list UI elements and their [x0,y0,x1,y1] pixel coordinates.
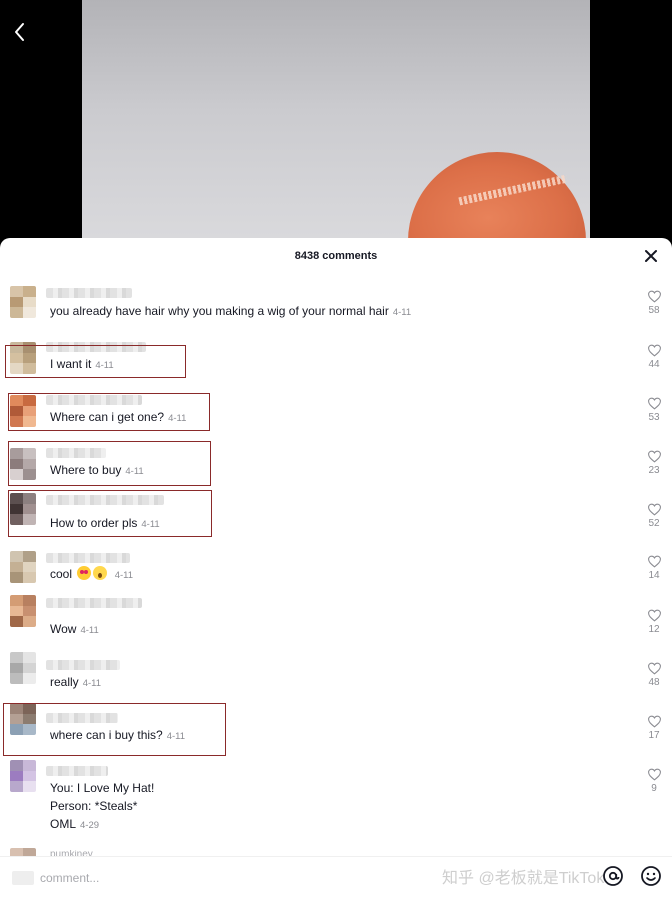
comment-text: you already have hair why you making a w… [50,304,412,318]
comment-text: Wow 4-11 [50,622,99,636]
heart-outline-icon [647,768,661,781]
comment-text: really 4-11 [50,675,101,689]
highlight-box [8,490,212,537]
like-count: 53 [648,412,660,423]
comment-input[interactable] [40,868,400,888]
comment-date: 4-29 [80,820,100,831]
like-button[interactable]: 12 [643,609,665,635]
like-button[interactable]: 9 [643,768,665,794]
comment-item[interactable]: You: I Love My Hat! Person: *Steals* OML… [0,760,672,842]
like-count: 58 [648,305,660,316]
comment-text: You: I Love My Hat! Person: *Steals* OML… [50,781,155,831]
comment-item[interactable]: Wow 4-11 12 [0,595,672,645]
highlight-box [8,393,210,431]
watermark: 知乎 @老板就是TikTok [442,870,605,887]
like-count: 44 [648,359,660,370]
username[interactable] [46,598,142,608]
user-avatar [12,871,34,885]
comments-header: 8438 comments [0,238,672,274]
highlight-box [3,703,226,756]
like-count: 17 [648,730,660,741]
like-count: 52 [648,518,660,529]
comment-date: 4-11 [114,570,134,581]
comment-item[interactable]: really 4-11 48 [0,652,672,698]
like-button[interactable]: 23 [643,450,665,476]
like-button[interactable]: 53 [643,397,665,423]
close-icon [645,250,657,262]
like-button[interactable]: 52 [643,503,665,529]
avatar[interactable] [10,286,36,318]
like-count: 14 [648,570,660,581]
comment-footer: 知乎 @老板就是TikTok [0,856,672,898]
heart-outline-icon [647,609,661,622]
comment-date: 4-11 [392,307,412,318]
heart-outline-icon [647,662,661,675]
emoji-button[interactable] [640,865,662,889]
username[interactable] [46,288,132,298]
avatar[interactable] [10,760,36,792]
comment-count: 8438 comments [294,250,378,262]
like-button[interactable]: 44 [643,344,665,370]
like-button[interactable]: 17 [643,715,665,741]
heart-outline-icon [647,555,661,568]
heart-outline-icon [647,503,661,516]
close-button[interactable] [642,247,660,265]
username[interactable] [46,553,130,563]
back-button[interactable] [8,18,32,46]
username[interactable] [46,660,120,670]
like-count: 9 [651,783,657,794]
heart-outline-icon [647,290,661,303]
comment-item[interactable]: you already have hair why you making a w… [0,284,672,326]
like-count: 23 [648,465,660,476]
highlight-box [5,345,186,378]
heart-outline-icon [647,715,661,728]
highlight-box [8,441,211,486]
comment-date: 4-11 [80,625,99,636]
avatar[interactable] [10,551,36,583]
comment-item[interactable]: cool 4-11 14 [0,549,672,591]
comment-text: cool 4-11 [50,566,134,581]
heart-outline-icon [647,450,661,463]
like-count: 48 [648,677,660,688]
comment-date: 4-11 [82,678,101,689]
like-button[interactable]: 48 [643,662,665,688]
heart-outline-icon [647,397,661,410]
avatar[interactable] [10,652,36,684]
like-button[interactable]: 14 [643,555,665,581]
like-button[interactable]: 58 [643,290,665,316]
heart-eyes-emoji-icon [77,566,92,580]
mention-button[interactable] [602,865,624,889]
chevron-left-icon [15,23,24,41]
smiley-icon [641,866,661,886]
avatar[interactable] [10,595,36,627]
at-sign-icon [603,866,623,886]
like-count: 12 [648,624,660,635]
username[interactable] [46,766,108,776]
video-area[interactable] [0,0,672,246]
heart-outline-icon [647,344,661,357]
scream-emoji-icon [93,566,108,580]
comments-sheet: 8438 comments you already have hair why … [0,238,672,898]
